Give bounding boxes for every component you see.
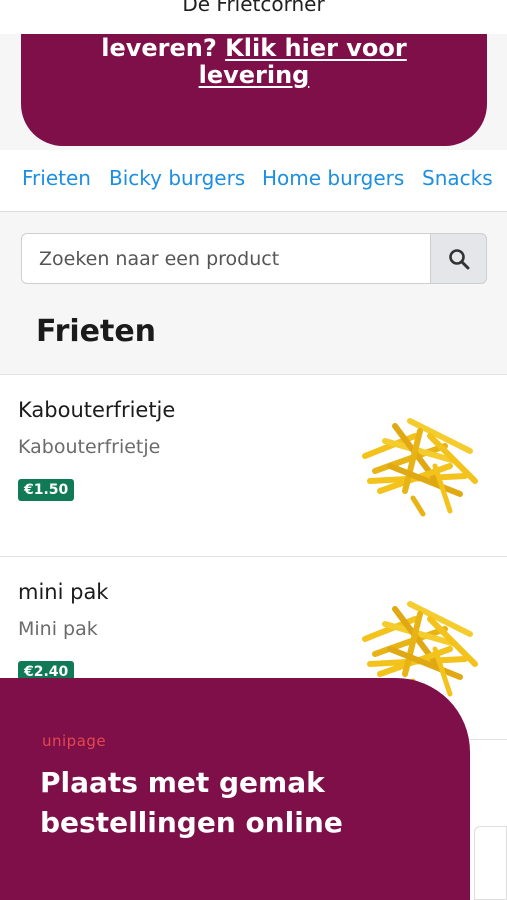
banner-area: leveren? Klik hier voor levering [0,34,507,150]
price-badge: €1.50 [18,479,75,501]
product-item[interactable]: Kabouterfrietje Kabouterfrietje €1.50 [0,376,507,556]
fries-image [362,418,478,517]
category-nav: Frieten Bicky burgers Home burgers Snack… [0,150,507,212]
delivery-banner: leveren? Klik hier voor levering [21,34,487,146]
product-name: Kabouterfrietje [18,398,176,422]
unipage-logo: unipage [42,732,107,750]
promo-headline-line-2: bestellingen online [40,806,343,839]
top-bar: De Frietcorner [0,0,507,34]
search-placeholder: Zoeken naar een product [39,248,280,270]
category-tab-snacks[interactable]: Snacks [422,166,493,190]
search-icon [449,249,470,270]
category-tab-frieten[interactable]: Frieten [22,166,91,190]
product-name: mini pak [18,580,109,604]
delivery-link[interactable]: Klik hier voor [225,34,407,62]
category-tab-home-burgers[interactable]: Home burgers [262,166,404,190]
product-description: Kabouterfrietje [18,436,161,458]
banner-text: leveren? [101,34,226,62]
restaurant-title: De Frietcorner [182,0,325,16]
section-title: Frieten [36,314,157,349]
search-input[interactable]: Zoeken naar een product [21,233,431,284]
search-button[interactable] [430,233,487,284]
search-section: Zoeken naar een product Frieten [0,212,507,375]
banner-line-2: levering [21,61,487,89]
unipage-promo[interactable]: unipage Plaats met gemak bestellingen on… [0,678,470,900]
product-card-partial[interactable] [474,826,507,900]
banner-line-1: leveren? Klik hier voor [21,34,487,62]
product-description: Mini pak [18,618,98,640]
promo-headline-line-1: Plaats met gemak [40,766,325,799]
category-tab-bicky-burgers[interactable]: Bicky burgers [109,166,245,190]
delivery-link-continued[interactable]: levering [199,61,310,89]
